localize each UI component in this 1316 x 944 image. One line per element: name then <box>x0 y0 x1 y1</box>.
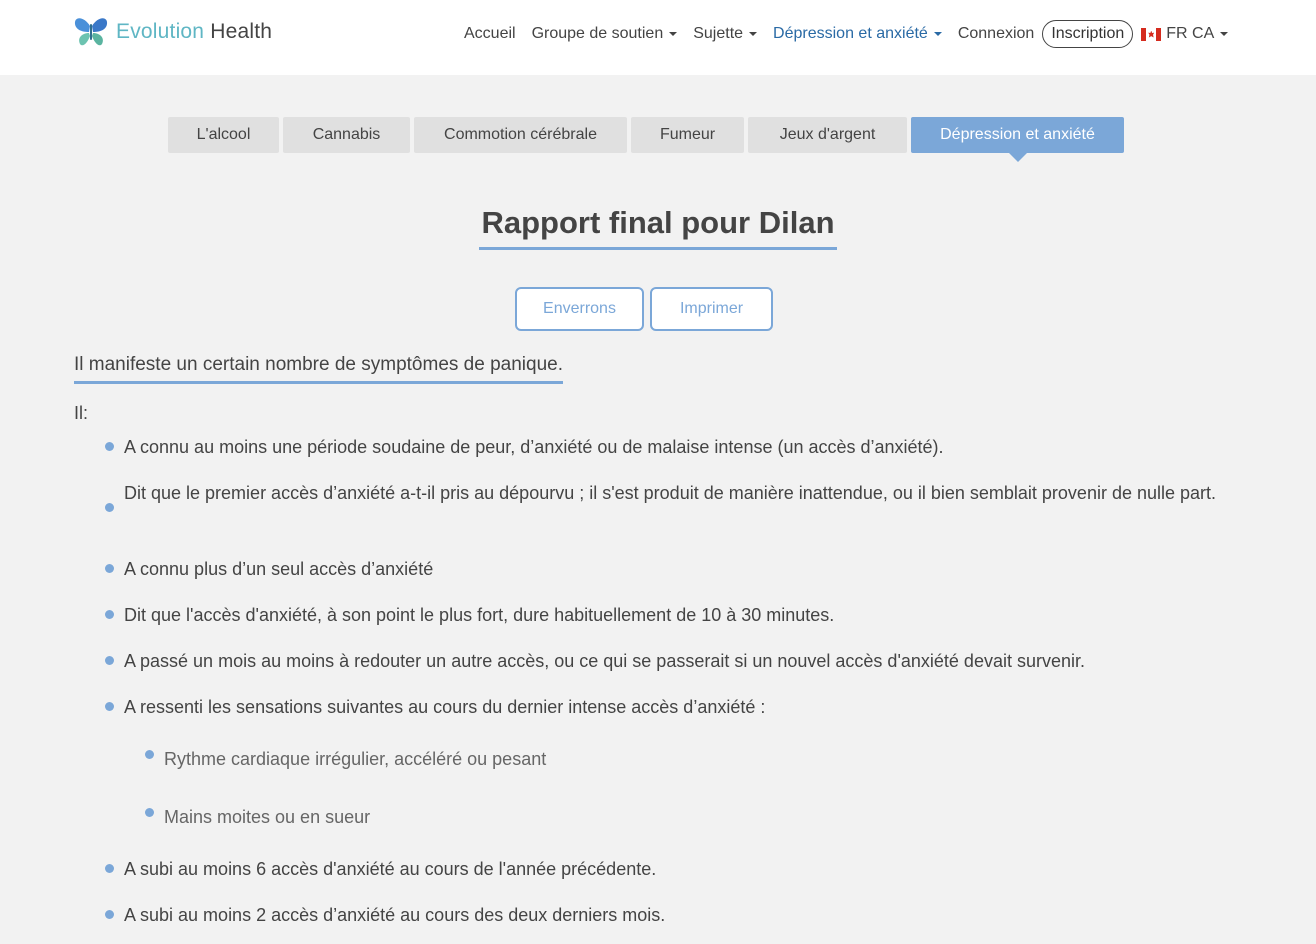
list-item-text: Dit que le premier accès d’anxiété a-t-i… <box>124 483 1217 503</box>
tab-cannabis[interactable]: Cannabis <box>283 117 410 153</box>
bullet-icon <box>105 564 114 573</box>
brand-name: Evolution Health <box>116 20 273 43</box>
list-item: A ressenti les sensations suivantes au c… <box>105 692 1224 722</box>
main-nav: Accueil Groupe de soutien Sujette Dépres… <box>464 20 1244 48</box>
report-actions: Enverrons Imprimer <box>515 287 779 331</box>
tab-alcohol[interactable]: L'alcool <box>168 117 279 153</box>
sub-list-item: Mains moites ou en sueur <box>145 802 1264 832</box>
sub-list-item-text: Rythme cardiaque irrégulier, accéléré ou… <box>164 749 547 769</box>
nav-support-label: Groupe de soutien <box>531 25 664 42</box>
bullet-icon <box>105 656 114 665</box>
caret-down-icon <box>669 32 678 36</box>
list-item: A subi au moins 2 accès d’anxiété au cou… <box>105 900 1224 930</box>
nav-depression-label: Dépression et anxiété <box>773 25 928 42</box>
list-item: A connu plus d’un seul accès d’anxiété <box>105 554 1224 584</box>
list-item: Dit que l'accès d'anxiété, à son point l… <box>105 600 1224 630</box>
list-item-text: A ressenti les sensations suivantes au c… <box>124 697 766 717</box>
report-header: Rapport final pour Dilan <box>0 205 1316 250</box>
list-item: A passé un mois au moins à redouter un a… <box>105 646 1224 676</box>
list-item-text: A passé un mois au moins à redouter un a… <box>124 651 1085 671</box>
report-summary: Il manifeste un certain nombre de symptô… <box>74 354 563 384</box>
butterfly-icon <box>74 18 108 46</box>
brand-logo[interactable]: Evolution Health <box>74 16 272 48</box>
nav-depression[interactable]: Dépression et anxiété <box>773 25 942 43</box>
bullet-icon <box>105 442 114 451</box>
bullet-icon <box>145 808 154 817</box>
caret-down-icon <box>933 32 942 36</box>
bullet-icon <box>105 702 114 711</box>
bullet-icon <box>105 503 114 512</box>
tab-gambling[interactable]: Jeux d'argent <box>748 117 907 153</box>
page-title: Rapport final pour Dilan <box>479 205 837 250</box>
nav-subject[interactable]: Sujette <box>693 25 758 43</box>
tab-smoking[interactable]: Fumeur <box>631 117 744 153</box>
list-item: A connu au moins une période soudaine de… <box>105 432 1224 462</box>
tab-depression-anxiety[interactable]: Dépression et anxiété <box>911 117 1124 162</box>
nav-subject-label: Sujette <box>693 25 744 42</box>
bullet-icon <box>105 910 114 919</box>
list-item: A subi au moins 6 accès d'anxiété au cou… <box>105 854 1224 884</box>
signup-button[interactable]: Inscription <box>1042 20 1134 48</box>
caret-down-icon <box>749 32 758 36</box>
language-selector[interactable]: FR CA <box>1141 25 1229 43</box>
print-button[interactable]: Imprimer <box>650 287 773 331</box>
bullet-icon <box>105 864 114 873</box>
send-button[interactable]: Enverrons <box>515 287 644 331</box>
topic-tabs: L'alcool Cannabis Commotion cérébrale Fu… <box>168 117 1128 162</box>
list-item-text: A connu plus d’un seul accès d’anxiété <box>124 559 434 579</box>
caret-down-icon <box>1220 32 1229 36</box>
list-item-text: Dit que l'accès d'anxiété, à son point l… <box>124 605 835 625</box>
report-intro: Il: <box>74 403 89 423</box>
nav-login[interactable]: Connexion <box>958 25 1035 43</box>
bullet-icon <box>145 750 154 759</box>
list-item-text: A subi au moins 2 accès d’anxiété au cou… <box>124 905 666 925</box>
list-item: Dit que le premier accès d’anxiété a-t-i… <box>105 478 1224 512</box>
sub-list-item: Rythme cardiaque irrégulier, accéléré ou… <box>145 744 1264 774</box>
list-item-text: A subi au moins 6 accès d'anxiété au cou… <box>124 859 657 879</box>
tab-concussion[interactable]: Commotion cérébrale <box>414 117 627 153</box>
list-item-text: A connu au moins une période soudaine de… <box>124 437 944 457</box>
sub-list-item-text: Mains moites ou en sueur <box>164 807 371 827</box>
nav-home[interactable]: Accueil <box>464 25 516 43</box>
bullet-icon <box>105 610 114 619</box>
canada-flag-icon <box>1141 27 1162 41</box>
language-label: FR CA <box>1166 25 1215 42</box>
site-header: Evolution Health Accueil Groupe de souti… <box>0 0 1316 75</box>
nav-support-group[interactable]: Groupe de soutien <box>532 25 678 43</box>
